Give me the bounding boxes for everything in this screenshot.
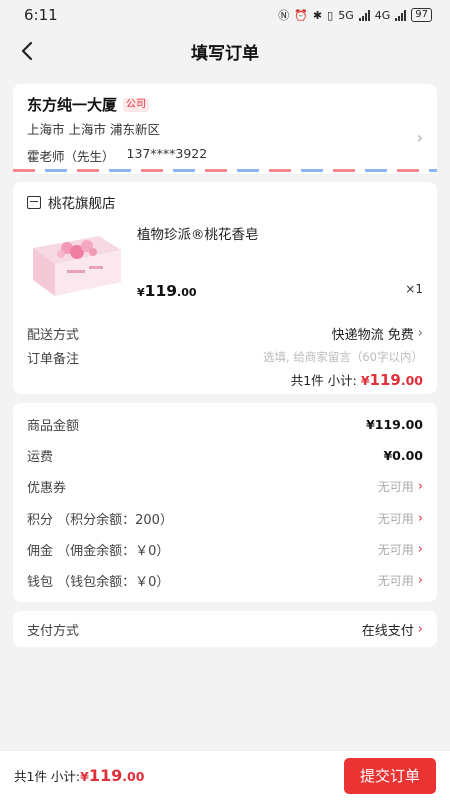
- remark-label: 订单备注: [27, 351, 80, 367]
- delivery-label: 配送方式: [27, 327, 80, 343]
- amount-row-points[interactable]: 积分 （积分余额：200） 无可用 ›: [27, 503, 423, 534]
- subtotal-prefix: 共1件 小计:: [290, 373, 357, 388]
- address-name: 东方纯一大厦: [27, 96, 118, 114]
- chevron-right-icon: ›: [416, 128, 423, 147]
- chevron-right-icon: ›: [417, 479, 423, 495]
- amount-row-coupon[interactable]: 优惠券 无可用 ›: [27, 471, 423, 502]
- amount-label: 钱包 （钱包余额：￥0）: [27, 575, 170, 591]
- summary-decimal: .00: [122, 769, 145, 784]
- bottom-checkout-bar: 共1件 小计:¥119.00 提交订单: [0, 750, 450, 800]
- amount-value: 无可用: [377, 511, 414, 526]
- store-icon: [27, 195, 41, 209]
- back-arrow-icon: [21, 41, 33, 61]
- amount-row-goods: 商品金额 ¥119.00: [27, 409, 423, 440]
- chevron-right-icon: ›: [417, 325, 423, 341]
- nfc-icon: Ⓝ: [278, 9, 290, 22]
- summary-symbol: ¥: [80, 769, 89, 784]
- submit-order-button[interactable]: 提交订单: [344, 757, 436, 794]
- amount-value: ¥119.00: [366, 417, 423, 433]
- signal-label-a: 5G: [338, 8, 354, 22]
- bluetooth-icon: ✱: [312, 8, 323, 22]
- nav-bar: 填写订单: [0, 30, 450, 72]
- payment-label: 支付方式: [27, 623, 80, 639]
- amount-row-shipping: 运费 ¥0.00: [27, 440, 423, 471]
- product-name: 植物珍派®桃花香皂: [137, 227, 259, 243]
- status-bar: 6:11 Ⓝ ⏰ ✱ ▯ 5G 4G 97: [0, 0, 450, 30]
- product-image: [27, 230, 125, 302]
- alarm-icon: ⏰: [294, 8, 308, 22]
- amount-card: 商品金额 ¥119.00 运费 ¥0.00 优惠券 无可用 › 积分 （积分余额：…: [13, 403, 437, 603]
- chevron-right-icon: ›: [417, 541, 423, 557]
- status-icons: Ⓝ ⏰ ✱ ▯ 5G 4G 97: [278, 7, 432, 23]
- vibrate-icon: ▯: [327, 8, 334, 22]
- shop-name: 桃花旗舰店: [48, 196, 116, 212]
- payment-method-card[interactable]: 支付方式 在线支付 ›: [13, 611, 437, 648]
- price-symbol: ¥: [137, 286, 145, 299]
- contact-name: 霍老师（先生）: [27, 149, 115, 164]
- chevron-right-icon: ›: [417, 621, 423, 637]
- subtotal-symbol: ¥: [360, 373, 370, 388]
- address-card[interactable]: 东方纯一大厦 公司 上海市 上海市 浦东新区 ›: [13, 84, 437, 147]
- battery-icon: 97: [411, 8, 432, 22]
- payment-value: 在线支付: [361, 623, 414, 639]
- amount-value: 无可用: [377, 542, 414, 557]
- summary-prefix: 共1件 小计:: [14, 769, 81, 784]
- signal-label-b: 4G: [374, 8, 391, 22]
- order-remark-row[interactable]: 订单备注 选填, 给商家留言（60字以内）: [27, 344, 423, 370]
- contact-phone: 137****3922: [126, 146, 208, 161]
- signal-icon-2: [395, 9, 407, 21]
- amount-value: ¥0.00: [383, 448, 423, 464]
- price-decimal: .00: [177, 286, 197, 299]
- amount-label: 佣金 （佣金余额：￥0）: [27, 543, 170, 559]
- chevron-right-icon: ›: [417, 510, 423, 526]
- envelope-stripe: [13, 169, 437, 172]
- chevron-right-icon: ›: [417, 573, 423, 589]
- shop-card: 桃花旗舰店 植物珍派®桃花香皂 ¥119.00 ×1 配送方式 快递物流 免费 …: [13, 182, 437, 394]
- delivery-value: 快递物流 免费: [331, 327, 414, 343]
- back-button[interactable]: [14, 38, 40, 64]
- amount-label: 商品金额: [27, 419, 80, 435]
- amount-label: 积分 （积分余额：200）: [27, 512, 173, 528]
- page-title: 填写订单: [191, 43, 259, 64]
- delivery-method-row[interactable]: 配送方式 快递物流 免费 ›: [27, 322, 423, 344]
- shop-header: 桃花旗舰店: [27, 192, 423, 212]
- summary-integer: 119: [88, 766, 123, 785]
- status-time: 6:11: [24, 6, 58, 24]
- price-integer: 119: [144, 282, 178, 300]
- product-item[interactable]: 植物珍派®桃花香皂 ¥119.00 ×1: [27, 222, 423, 312]
- amount-label: 优惠券: [27, 481, 67, 497]
- amount-value: 无可用: [377, 574, 414, 589]
- amount-value: 无可用: [377, 480, 414, 495]
- product-price: ¥119.00: [137, 282, 197, 300]
- order-summary: 共1件 小计:¥119.00: [14, 766, 144, 785]
- amount-row-wallet[interactable]: 钱包 （钱包余额：￥0） 无可用 ›: [27, 565, 423, 596]
- address-region: 上海市 上海市 浦东新区: [27, 122, 160, 137]
- shop-subtotal: 共1件 小计: ¥119.00: [27, 370, 423, 389]
- amount-label: 运费: [27, 450, 54, 466]
- remark-input[interactable]: 选填, 给商家留言（60字以内）: [263, 349, 423, 365]
- address-card-footer: 霍老师（先生） 137****3922: [13, 146, 437, 174]
- address-tag-badge: 公司: [123, 97, 150, 112]
- product-quantity: ×1: [405, 282, 423, 296]
- subtotal-integer: 119: [369, 371, 401, 389]
- amount-row-commission[interactable]: 佣金 （佣金余额：￥0） 无可用 ›: [27, 534, 423, 565]
- subtotal-decimal: .00: [400, 373, 423, 388]
- signal-icon: [358, 9, 370, 21]
